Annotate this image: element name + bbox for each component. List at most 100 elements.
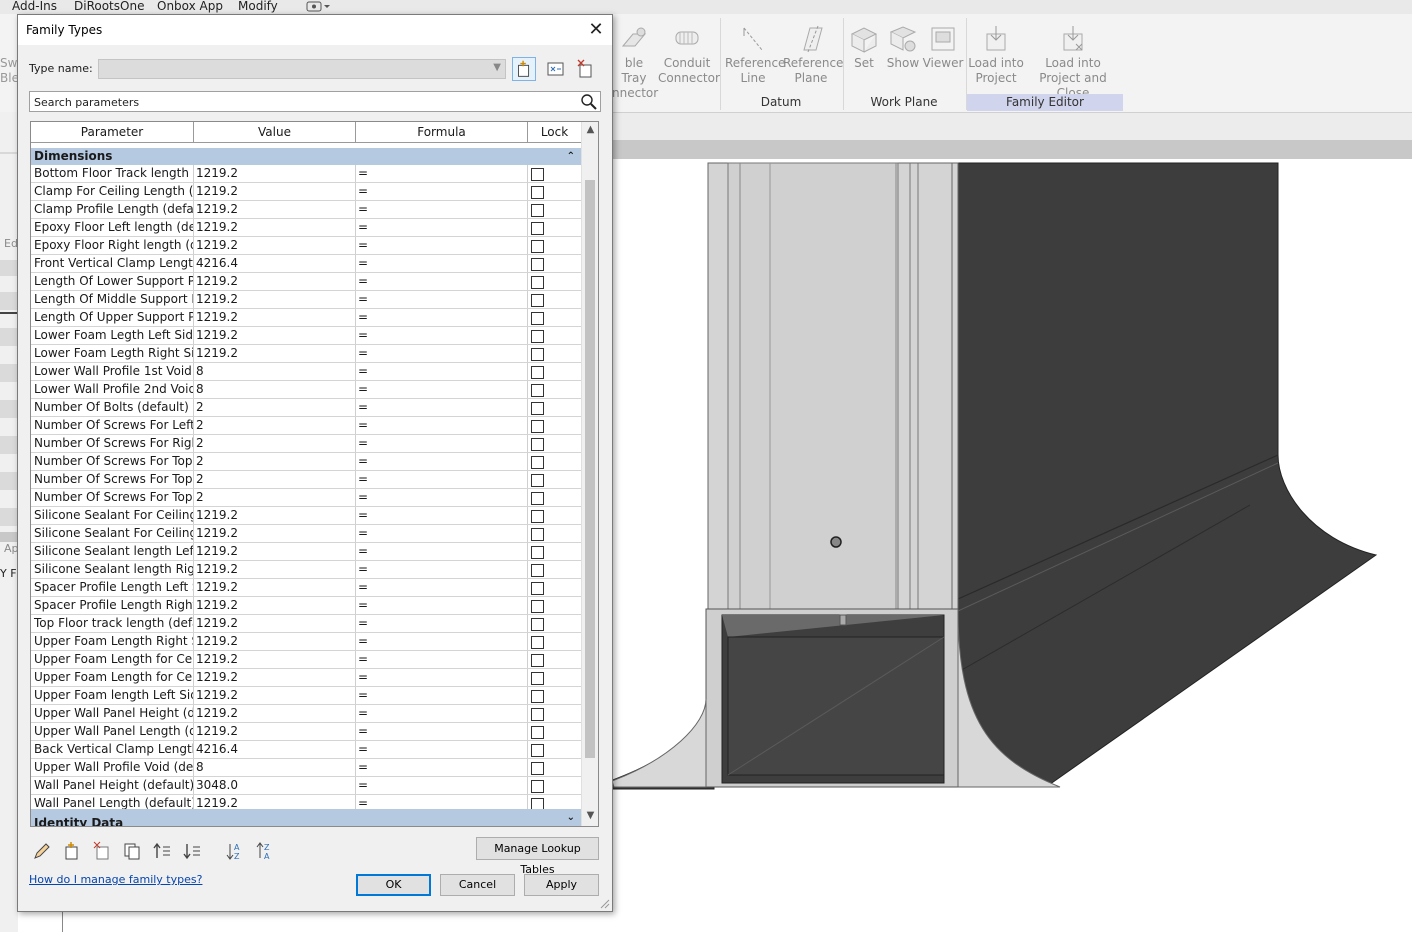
rename-type-icon[interactable] [544,57,568,81]
value-cell[interactable]: 1219.2 [194,237,356,254]
value-cell[interactable]: 1219.2 [194,201,356,218]
value-cell[interactable]: 1219.2 [194,597,356,614]
lock-checkbox[interactable] [531,402,544,415]
move-up-icon[interactable] [152,841,172,861]
value-cell[interactable]: 4216.4 [194,741,356,758]
help-link[interactable]: How do I manage family types? [29,873,202,886]
table-row[interactable]: Lower Wall Profile 2nd Void (d8= [31,381,581,399]
table-row[interactable]: Number Of Screws For Top Fl 2 = [31,471,581,489]
menu-onbox-app[interactable]: Onbox App [157,0,223,13]
lock-checkbox[interactable] [531,222,544,235]
formula-cell[interactable]: = [356,165,528,182]
value-cell[interactable]: 1219.2 [194,309,356,326]
close-icon[interactable]: ✕ [584,18,608,42]
cancel-button[interactable]: Cancel [440,874,515,896]
table-row[interactable]: Upper Wall Panel Length (defa1219.2= [31,723,581,741]
formula-cell[interactable]: = [356,507,528,524]
lock-checkbox[interactable] [531,528,544,541]
value-cell[interactable]: 2 [194,471,356,488]
new-type-icon[interactable] [512,57,536,81]
lock-checkbox[interactable] [531,276,544,289]
table-row[interactable]: Upper Wall Panel Height (defa1219.2= [31,705,581,723]
lock-checkbox[interactable] [531,204,544,217]
formula-cell[interactable]: = [356,381,528,398]
lock-checkbox[interactable] [531,330,544,343]
table-row[interactable]: Front Vertical Clamp Length (4216.4 = [31,255,581,273]
table-row[interactable]: Wall Panel Height (default) 3048.0 = [31,777,581,795]
table-row[interactable]: Bottom Floor Track length (de1219.2= [31,165,581,183]
menu-add-ins[interactable]: Add-Ins [12,0,57,13]
lock-checkbox[interactable] [531,654,544,667]
value-cell[interactable]: 1219.2 [194,543,356,560]
table-row[interactable]: Silicone Sealant length Left Si1219.2= [31,543,581,561]
table-row[interactable]: Lower Foam Legth Left Side (d1219.2= [31,327,581,345]
table-row[interactable]: Length Of Upper Support Prof 1219.2 = [31,309,581,327]
lock-checkbox[interactable] [531,672,544,685]
viewer-button[interactable]: Viewer [922,24,964,71]
group-header-dimensions[interactable]: Dimensions ⌃ [31,148,581,165]
value-cell[interactable]: 8 [194,363,356,380]
lock-checkbox[interactable] [531,510,544,523]
table-row[interactable]: Upper Foam Length Right Sid 1219.2 = [31,633,581,651]
new-parameter-icon[interactable] [62,841,82,861]
formula-cell[interactable]: = [356,309,528,326]
table-row[interactable]: Number Of Bolts (default) 2 = [31,399,581,417]
formula-cell[interactable]: = [356,363,528,380]
vertical-scrollbar[interactable]: ▲ ▼ [581,122,598,826]
lock-checkbox[interactable] [531,546,544,559]
manage-lookup-tables-button[interactable]: Manage Lookup Tables [476,837,599,876]
value-cell[interactable]: 1219.2 [194,507,356,524]
value-cell[interactable]: 1219.2 [194,165,356,182]
formula-cell[interactable]: = [356,471,528,488]
table-row[interactable]: Silicone Sealant length Right S1219.2= [31,561,581,579]
scroll-up-icon[interactable]: ▲ [585,124,596,138]
value-cell[interactable]: 1219.2 [194,219,356,236]
table-row[interactable]: Top Floor track length (default1219.2= [31,615,581,633]
load-into-project-button[interactable]: Load into Project [968,24,1024,86]
formula-cell[interactable]: = [356,201,528,218]
formula-cell[interactable]: = [356,399,528,416]
formula-cell[interactable]: = [356,345,528,362]
formula-cell[interactable]: = [356,219,528,236]
value-cell[interactable]: 2 [194,399,356,416]
formula-cell[interactable]: = [356,633,528,650]
table-row[interactable]: Upper Foam length Left Side (1219.2= [31,687,581,705]
formula-cell[interactable]: = [356,453,528,470]
sort-descending-icon[interactable]: ZA [255,841,275,861]
lock-checkbox[interactable] [531,690,544,703]
delete-parameter-icon[interactable] [92,841,112,861]
search-icon[interactable] [580,93,598,111]
table-row[interactable]: Silicone Sealant For Ceiling Ri1219.2= [31,525,581,543]
reference-line-button[interactable]: Reference Line [725,24,785,86]
value-cell[interactable]: 2 [194,435,356,452]
formula-cell[interactable]: = [356,327,528,344]
formula-cell[interactable]: = [356,687,528,704]
lock-checkbox[interactable] [531,240,544,253]
value-cell[interactable]: 2 [194,489,356,506]
model-canvas[interactable] [610,159,1412,932]
lock-checkbox[interactable] [531,492,544,505]
move-down-icon[interactable] [182,841,202,861]
value-cell[interactable]: 2 [194,417,356,434]
menu-modify[interactable]: Modify [238,0,278,13]
table-row[interactable]: Number Of Screws For Right S2= [31,435,581,453]
formula-cell[interactable]: = [356,615,528,632]
show-workplane-button[interactable]: Show [885,24,921,71]
formula-cell[interactable]: = [356,489,528,506]
lock-checkbox[interactable] [531,294,544,307]
formula-cell[interactable]: = [356,669,528,686]
lock-checkbox[interactable] [531,780,544,793]
lock-checkbox[interactable] [531,348,544,361]
table-row[interactable]: Silicone Sealant For Ceiling Le1219.2= [31,507,581,525]
type-name-dropdown[interactable]: ▼ [98,59,506,79]
formula-cell[interactable]: = [356,561,528,578]
table-row[interactable]: Upper Foam Length for Ceilin 1219.2 = [31,651,581,669]
lock-checkbox[interactable] [531,744,544,757]
value-cell[interactable]: 1219.2 [194,723,356,740]
value-cell[interactable]: 1219.2 [194,669,356,686]
value-cell[interactable]: 1219.2 [194,687,356,704]
table-row[interactable]: Lower Wall Profile 1st Void (de8= [31,363,581,381]
formula-cell[interactable]: = [356,651,528,668]
table-row[interactable]: Number Of Screws For Top Fl 2 = [31,453,581,471]
sort-ascending-icon[interactable]: AZ [225,841,245,861]
